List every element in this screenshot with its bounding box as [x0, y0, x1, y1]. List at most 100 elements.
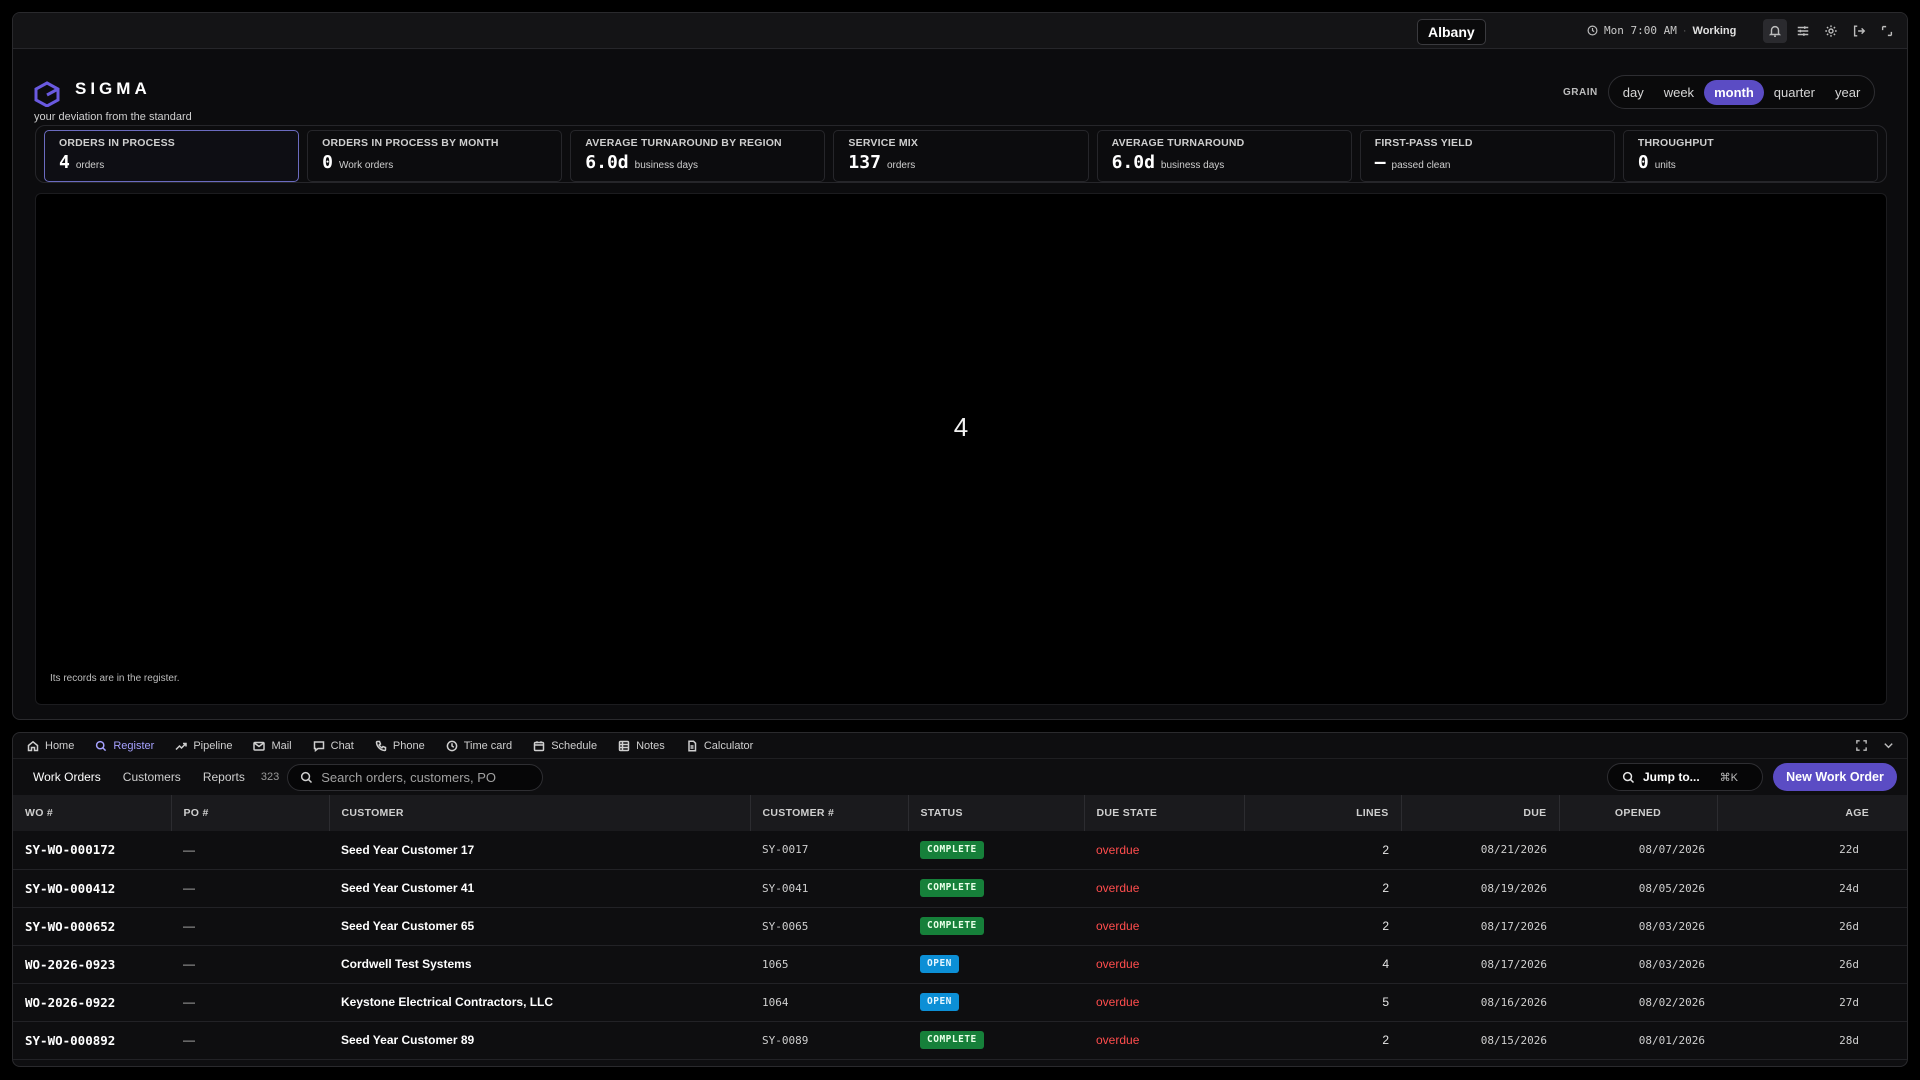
hexagon-logo-icon [34, 81, 60, 107]
mail-icon [253, 741, 266, 751]
col-customer-no[interactable]: CUSTOMER # [750, 795, 909, 831]
jump-to-button[interactable]: Jump to... ⌘K [1607, 763, 1763, 791]
kpi-card[interactable]: ORDERS IN PROCESS 4 orders [44, 130, 300, 182]
kpi-card[interactable]: FIRST-PASS YIELD — passed clean [1359, 130, 1615, 182]
kpi-card[interactable]: AVERAGE TURNAROUND 6.0d business days [1096, 130, 1352, 182]
cell-age: 22d [1839, 843, 1859, 857]
grain-week[interactable]: week [1654, 80, 1704, 105]
kpi-value: — [1374, 152, 1386, 173]
cell-customer-no: SY-0041 [762, 881, 809, 895]
grain-selector: GRAIN day week month quarter year [1563, 75, 1876, 109]
grain-month[interactable]: month [1704, 79, 1764, 105]
tab-work-orders[interactable]: Work Orders [33, 770, 101, 784]
kpi-unit: Work orders [338, 160, 394, 171]
table-row[interactable]: WO-2026-0922 — Keystone Electrical Contr… [13, 983, 1907, 1021]
cell-opened: 08/07/2026 [1638, 843, 1705, 857]
cell-due-state: overdue [1096, 1033, 1140, 1047]
new-work-order-button[interactable]: New Work Order [1773, 763, 1897, 791]
col-due[interactable]: DUE [1401, 795, 1560, 831]
chevron-down-icon[interactable] [1882, 739, 1895, 752]
table-row[interactable]: SY-WO-000892 — Seed Year Customer 89 SY-… [13, 1021, 1907, 1059]
kpi-label: ORDERS IN PROCESS [59, 137, 176, 149]
nav-calculator[interactable]: Calculator [686, 739, 754, 752]
bell-icon[interactable] [1763, 19, 1787, 43]
register-panel: Home Register Pipeline Mail Chat Phone T… [12, 732, 1908, 1067]
kpi-value: 0 [322, 152, 333, 173]
kpi-unit: orders [75, 160, 105, 171]
cell-due: 08/19/2026 [1480, 881, 1547, 895]
tab-customers[interactable]: Customers [123, 770, 181, 784]
kpi-label: THROUGHPUT [1637, 137, 1714, 149]
kpi-card[interactable]: THROUGHPUT 0 units [1622, 130, 1878, 182]
grain-day[interactable]: day [1613, 80, 1654, 105]
table-row[interactable]: WO-2026-0923 — Cordwell Test Systems 106… [13, 945, 1907, 983]
nav-label: Pipeline [193, 739, 233, 752]
record-count: 323 [260, 771, 280, 783]
cell-customer-no: SY-0017 [762, 843, 809, 857]
tab-reports[interactable]: Reports [203, 770, 245, 784]
cell-status: COMPLETE [908, 831, 1084, 869]
kpi-value: 137 [848, 152, 881, 173]
col-status[interactable]: STATUS [908, 795, 1085, 831]
cell-status: OPEN [908, 945, 1084, 983]
kpi-card[interactable]: ORDERS IN PROCESS BY MONTH 0 Work orders [307, 130, 563, 182]
cell-due-state: overdue [1096, 881, 1140, 895]
gear-icon[interactable] [1819, 19, 1843, 43]
col-lines[interactable]: LINES [1244, 795, 1402, 831]
col-opened[interactable]: OPENED [1559, 795, 1718, 831]
table-row[interactable]: SY-WO-000172 — Seed Year Customer 17 SY-… [13, 831, 1907, 869]
cell-age: 28d [1839, 1033, 1859, 1047]
col-customer[interactable]: CUSTOMER [329, 795, 751, 831]
sliders-icon[interactable] [1791, 19, 1815, 43]
cell-due: 08/16/2026 [1480, 995, 1547, 1009]
status-badge: COMPLETE [920, 917, 984, 935]
cell-lines: 2 [1382, 842, 1389, 857]
nav-register[interactable]: Register [95, 740, 154, 752]
kpi-value: 4 [59, 152, 70, 173]
kpi-card[interactable]: AVERAGE TURNAROUND BY REGION 6.0d busines… [570, 130, 826, 182]
kpi-value: 6.0d [585, 152, 629, 173]
col-wo[interactable]: WO # [13, 795, 172, 831]
nav-phone[interactable]: Phone [375, 740, 425, 752]
cell-status: COMPLETE [908, 869, 1084, 907]
status-badge: COMPLETE [920, 1031, 984, 1049]
table-row[interactable]: SY-WO-000652 — Seed Year Customer 65 SY-… [13, 907, 1907, 945]
nav-notes[interactable]: Notes [618, 740, 665, 752]
cell-lines: 4 [1382, 957, 1389, 971]
location-selector[interactable]: Albany [1417, 19, 1486, 45]
nav-label: Register [113, 739, 155, 752]
logout-icon[interactable] [1847, 19, 1871, 43]
nav-chat[interactable]: Chat [313, 740, 354, 752]
search-box [287, 763, 544, 791]
kpi-label: AVERAGE TURNAROUND [1111, 137, 1245, 149]
kpi-label: SERVICE MIX [848, 137, 919, 149]
kpi-value: 6.0d [1111, 152, 1155, 173]
nav-label: Calculator [703, 739, 754, 752]
table-row[interactable]: SY-WO-000412 — Seed Year Customer 41 SY-… [13, 869, 1907, 907]
cell-opened: 08/01/2026 [1638, 1033, 1705, 1047]
kpi-unit: business days [634, 160, 699, 171]
kpi-card[interactable]: SERVICE MIX 137 orders [833, 130, 1089, 182]
kpi-label: FIRST-PASS YIELD [1374, 137, 1473, 149]
cell-po: — [183, 919, 195, 933]
nav-home[interactable]: Home [27, 740, 74, 752]
grain-year[interactable]: year [1825, 80, 1870, 105]
col-due-state[interactable]: DUE STATE [1084, 795, 1245, 831]
col-age[interactable]: AGE [1717, 795, 1907, 831]
fullscreen-icon[interactable] [1855, 739, 1868, 752]
expand-icon[interactable] [1875, 19, 1899, 43]
jump-label: Jump to... [1643, 770, 1700, 784]
cell-age: 26d [1839, 919, 1859, 933]
col-po[interactable]: PO # [171, 795, 330, 831]
dashboard-panel: Albany Mon 7:00 AM · Working SIGMA your … [12, 12, 1908, 720]
nav-time-card[interactable]: Time card [446, 740, 512, 752]
nav-mail[interactable]: Mail [253, 740, 292, 752]
grain-quarter[interactable]: quarter [1764, 80, 1825, 105]
nav-schedule[interactable]: Schedule [533, 740, 597, 752]
cell-due: 08/17/2026 [1480, 919, 1547, 933]
search-input[interactable] [321, 769, 522, 785]
app-nav: Home Register Pipeline Mail Chat Phone T… [13, 733, 1907, 759]
register-toolbar: Work Orders Customers Reports 323 Jump t… [13, 759, 1907, 795]
nav-label: Schedule [551, 739, 598, 752]
nav-pipeline[interactable]: Pipeline [175, 740, 232, 752]
